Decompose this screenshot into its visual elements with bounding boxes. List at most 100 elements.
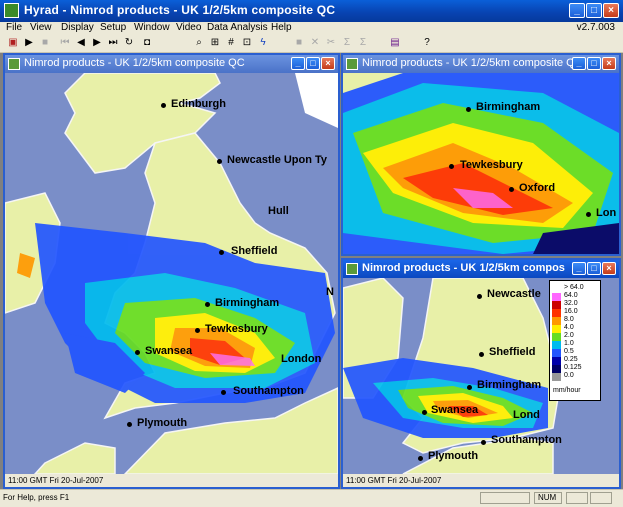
menu-window[interactable]: Window (134, 22, 170, 33)
toolbar: ▣ ▶ ■ ⏮ ◀ ▶ ⏭ ↻ ◘ ⌕ ⊞ # ⊡ ϟ ■ ✕ ✂ Σ Σ ▤ … (0, 35, 623, 53)
place-label: Newcastle Upon Ty (227, 154, 328, 166)
window-title: Nimrod products - UK 1/2/5km composite Q… (24, 57, 245, 69)
place-dot (219, 250, 224, 255)
map-window-legend[interactable]: Nimrod products - UK 1/2/5km compos _ □ … (341, 258, 621, 489)
legend-swatch (552, 317, 561, 325)
close-button[interactable]: × (603, 3, 619, 18)
window-icon (8, 58, 20, 70)
place-label: Plymouth (428, 450, 479, 462)
menu-file[interactable]: File (6, 22, 22, 33)
place-label: Birmingham (477, 379, 542, 391)
window-maximize-button[interactable]: □ (587, 57, 601, 70)
window-minimize-button[interactable]: _ (291, 57, 305, 70)
place-dot (161, 103, 166, 108)
legend-swatch (552, 373, 561, 381)
version-label: v2.7.003 (576, 22, 615, 33)
place-dot (586, 212, 591, 217)
prev-frame-icon[interactable]: ◀ (74, 36, 88, 50)
place-dot (221, 390, 226, 395)
radar-map-uk[interactable]: Edinburgh Newcastle Upon Ty Hull Sheffie… (5, 73, 338, 474)
menu-help[interactable]: Help (271, 22, 292, 33)
status-help-text: For Help, press F1 (3, 493, 70, 502)
place-label: Sheffield (231, 245, 278, 257)
first-frame-icon[interactable]: ⏮ (58, 36, 72, 50)
menu-view[interactable]: View (30, 22, 52, 33)
menu-video[interactable]: Video (176, 22, 201, 33)
window-maximize-button[interactable]: □ (587, 262, 601, 275)
place-label: Swansea (145, 345, 193, 357)
stop-icon[interactable]: ■ (38, 36, 52, 50)
menu-setup[interactable]: Setup (100, 22, 126, 33)
status-pane (566, 492, 588, 504)
legend-item: 0.0 (552, 372, 592, 381)
menu-display[interactable]: Display (61, 22, 94, 33)
window-minimize-button[interactable]: _ (572, 262, 586, 275)
radar-map-midlands[interactable]: Birmingham Tewkesbury Oxford Lon (343, 73, 619, 254)
cut-icon[interactable]: ✂ (324, 36, 338, 50)
sigma-icon[interactable]: Σ (340, 36, 354, 50)
window-close-button[interactable]: × (321, 57, 335, 70)
window-minimize-button[interactable]: _ (572, 57, 586, 70)
square-icon[interactable]: ■ (292, 36, 306, 50)
map-window-legend-title-bar[interactable]: Nimrod products - UK 1/2/5km compos _ □ … (343, 260, 619, 278)
legend-swatch (552, 349, 561, 357)
app-icon (4, 3, 19, 18)
place-dot (217, 159, 222, 164)
place-dot (418, 456, 423, 461)
place-dot (127, 422, 132, 427)
place-label: N (326, 286, 334, 298)
place-label: Lon (596, 207, 617, 219)
map-window-uk[interactable]: Nimrod products - UK 1/2/5km composite Q… (3, 53, 340, 489)
minimize-button[interactable]: _ (569, 3, 585, 18)
window-maximize-button[interactable]: □ (306, 57, 320, 70)
place-label: Swansea (431, 404, 479, 416)
film-icon[interactable]: ▣ (6, 36, 20, 50)
play-icon[interactable]: ▶ (22, 36, 36, 50)
place-label: Tewkesbury (205, 323, 268, 335)
camera-icon[interactable]: ◘ (140, 36, 154, 50)
place-dot (205, 302, 210, 307)
place-dot (195, 328, 200, 333)
place-label: Tewkesbury (460, 159, 523, 171)
legend-swatch (552, 309, 561, 317)
map-window-uk-title-bar[interactable]: Nimrod products - UK 1/2/5km composite Q… (5, 55, 338, 73)
legend-swatch (552, 333, 561, 341)
pan-icon[interactable]: ⊞ (208, 36, 222, 50)
map-window-midlands[interactable]: Nimrod products - UK 1/2/5km composite Q… (341, 53, 621, 256)
lightning-icon[interactable]: ϟ (256, 36, 270, 50)
place-dot (509, 187, 514, 192)
next-frame-icon[interactable]: ▶ (90, 36, 104, 50)
status-bar: For Help, press F1 NUM (0, 489, 623, 507)
place-dot (479, 352, 484, 357)
window-status: 11:00 GMT Fri 20-Jul-2007 (5, 474, 338, 487)
cross-icon[interactable]: ✕ (308, 36, 322, 50)
legend-swatch (552, 285, 561, 293)
filmstrip-icon[interactable]: ▤ (388, 36, 402, 50)
status-pane (480, 492, 530, 504)
place-label: London (281, 353, 322, 365)
maximize-button[interactable]: □ (586, 3, 602, 18)
sigma-chart-icon[interactable]: Σ (356, 36, 370, 50)
rain-legend: > 64.0 64.0 32.0 16.0 8.0 4.0 2.0 1.0 0.… (549, 280, 601, 401)
radar-map-legend[interactable]: Newcastle Sheffield Birmingham Swansea L… (343, 278, 619, 474)
place-label: Birmingham (476, 101, 541, 113)
window-close-button[interactable]: × (602, 262, 616, 275)
place-label: Hull (268, 205, 289, 217)
app-title-bar[interactable]: Hyrad - Nimrod products - UK 1/2/5km com… (0, 0, 623, 22)
zoom-icon[interactable]: ⌕ (192, 36, 206, 50)
place-label: Oxford (519, 182, 556, 194)
window-close-button[interactable]: × (602, 57, 616, 70)
num-lock-indicator: NUM (538, 493, 557, 502)
help-pointer-icon[interactable]: ? (420, 36, 434, 50)
measure-icon[interactable]: ⊡ (240, 36, 254, 50)
app-title: Hyrad - Nimrod products - UK 1/2/5km com… (24, 3, 336, 17)
place-dot (422, 410, 427, 415)
place-label: Birmingham (215, 297, 280, 309)
loop-icon[interactable]: ↻ (122, 36, 136, 50)
map-window-midlands-title-bar[interactable]: Nimrod products - UK 1/2/5km composite Q… (343, 55, 619, 73)
window-title: Nimrod products - UK 1/2/5km compos (362, 262, 565, 274)
last-frame-icon[interactable]: ⏭ (106, 36, 120, 50)
grid-icon[interactable]: # (224, 36, 238, 50)
menu-data-analysis[interactable]: Data Analysis (207, 22, 268, 33)
place-label: Edinburgh (171, 98, 226, 110)
